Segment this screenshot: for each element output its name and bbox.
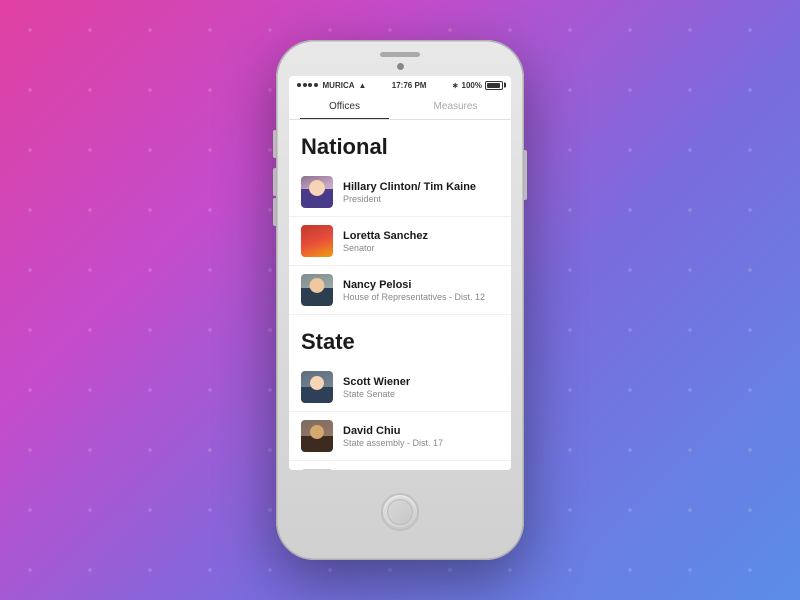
- avatar-placeholder-phil: [301, 469, 333, 470]
- carrier-label: MURICA: [323, 81, 355, 90]
- candidate-row-phil[interactable]: Phil Ting State assembly - Dist. 19: [289, 461, 511, 470]
- phone-shell: MURICA ▲ 17:76 PM ∗ 100% Offices Measure…: [276, 40, 524, 560]
- battery-percent: 100%: [462, 81, 482, 90]
- candidate-info-scott: Scott Wiener State Senate: [343, 376, 499, 399]
- signal-bars-icon: [297, 83, 318, 87]
- home-button[interactable]: [381, 493, 419, 531]
- content-area[interactable]: National Hillary Clinton/ Tim Kaine Pres…: [289, 120, 511, 470]
- candidate-info-clinton: Hillary Clinton/ Tim Kaine President: [343, 181, 499, 204]
- candidate-info-loretta: Loretta Sanchez Senator: [343, 230, 499, 253]
- status-left: MURICA ▲: [297, 81, 366, 90]
- candidate-row-nancy[interactable]: Nancy Pelosi House of Representatives - …: [289, 266, 511, 315]
- tab-measures[interactable]: Measures: [400, 94, 511, 119]
- candidate-row-scott[interactable]: Scott Wiener State Senate: [289, 363, 511, 412]
- candidate-info-nancy: Nancy Pelosi House of Representatives - …: [343, 279, 499, 302]
- candidate-row-david[interactable]: David Chiu State assembly - Dist. 17: [289, 412, 511, 461]
- status-right: ∗ 100%: [452, 81, 503, 90]
- battery-icon: [485, 81, 503, 90]
- tab-bar: Offices Measures: [289, 94, 511, 120]
- candidate-info-david: David Chiu State assembly - Dist. 17: [343, 425, 499, 448]
- bluetooth-icon: ∗: [452, 81, 459, 90]
- screen: MURICA ▲ 17:76 PM ∗ 100% Offices Measure…: [289, 76, 511, 470]
- speaker: [380, 52, 420, 57]
- avatar-david: [301, 420, 333, 452]
- candidate-row-loretta[interactable]: Loretta Sanchez Senator: [289, 217, 511, 266]
- time-display: 17:76 PM: [392, 81, 427, 90]
- tab-offices[interactable]: Offices: [289, 94, 400, 119]
- battery-fill: [487, 83, 500, 88]
- section-header-national: National: [289, 120, 511, 168]
- avatar-loretta: [301, 225, 333, 257]
- avatar-nancy: [301, 274, 333, 306]
- avatar-clinton: [301, 176, 333, 208]
- home-button-inner: [387, 499, 413, 525]
- signal-dot: [303, 83, 307, 87]
- candidate-row-clinton[interactable]: Hillary Clinton/ Tim Kaine President: [289, 168, 511, 217]
- avatar-scott: [301, 371, 333, 403]
- home-button-area: [381, 470, 419, 560]
- wifi-icon: ▲: [359, 81, 367, 90]
- status-bar: MURICA ▲ 17:76 PM ∗ 100%: [289, 76, 511, 94]
- camera: [397, 63, 404, 70]
- section-header-state: State: [289, 315, 511, 363]
- phone-top: [276, 40, 524, 76]
- signal-dot: [308, 83, 312, 87]
- signal-dot: [297, 83, 301, 87]
- signal-dot: [314, 83, 318, 87]
